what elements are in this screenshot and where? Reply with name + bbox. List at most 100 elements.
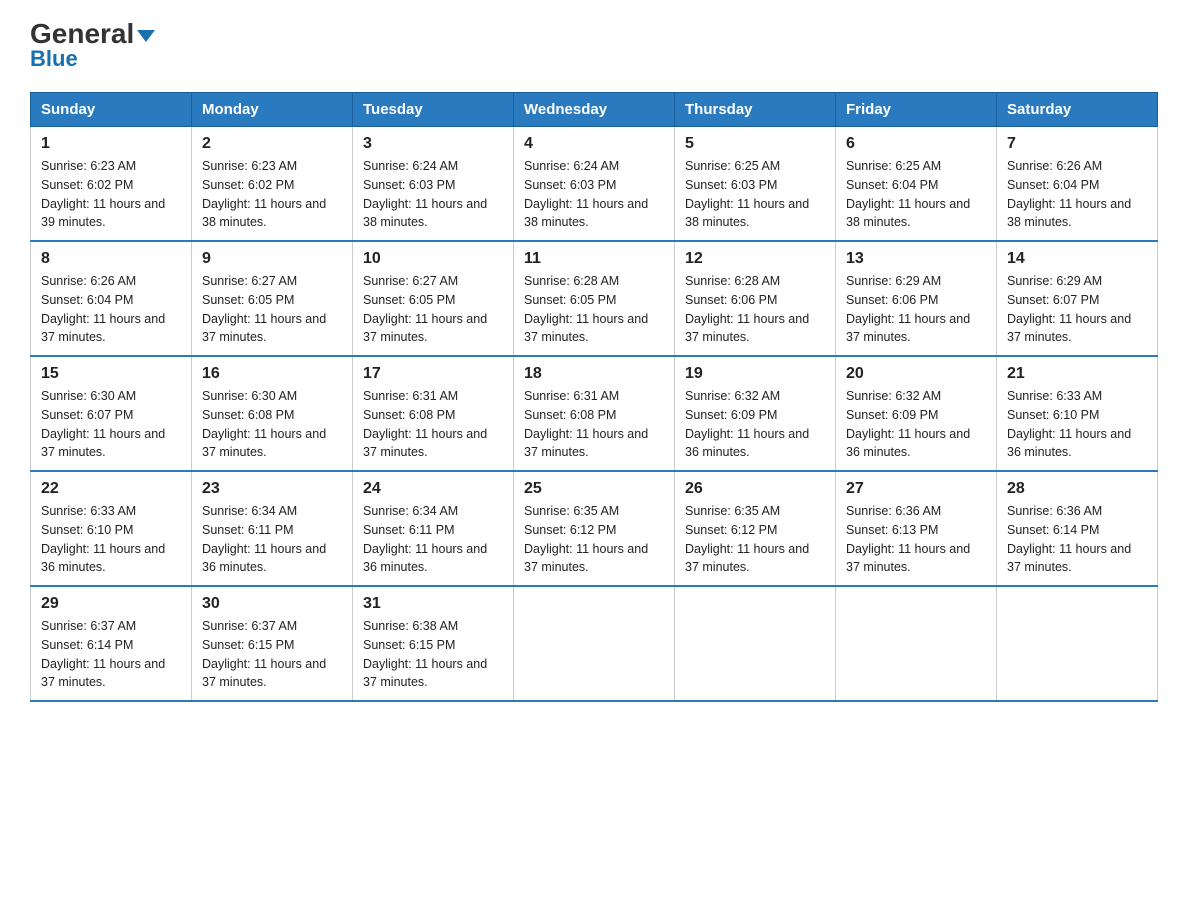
day-number: 12 [685,250,825,268]
day-number: 8 [41,250,181,268]
calendar-cell: 4 Sunrise: 6:24 AM Sunset: 6:03 PM Dayli… [514,127,675,242]
calendar-cell: 22 Sunrise: 6:33 AM Sunset: 6:10 PM Dayl… [31,471,192,586]
calendar-cell: 3 Sunrise: 6:24 AM Sunset: 6:03 PM Dayli… [353,127,514,242]
day-header-tuesday: Tuesday [353,93,514,127]
calendar-cell: 27 Sunrise: 6:36 AM Sunset: 6:13 PM Dayl… [836,471,997,586]
day-info: Sunrise: 6:36 AM Sunset: 6:13 PM Dayligh… [846,502,986,577]
calendar-cell: 15 Sunrise: 6:30 AM Sunset: 6:07 PM Dayl… [31,356,192,471]
calendar-cell: 23 Sunrise: 6:34 AM Sunset: 6:11 PM Dayl… [192,471,353,586]
day-info: Sunrise: 6:33 AM Sunset: 6:10 PM Dayligh… [1007,387,1147,462]
day-number: 14 [1007,250,1147,268]
day-info: Sunrise: 6:32 AM Sunset: 6:09 PM Dayligh… [685,387,825,462]
calendar-cell: 21 Sunrise: 6:33 AM Sunset: 6:10 PM Dayl… [997,356,1158,471]
calendar-week-5: 29 Sunrise: 6:37 AM Sunset: 6:14 PM Dayl… [31,586,1158,701]
day-header-monday: Monday [192,93,353,127]
calendar-cell: 25 Sunrise: 6:35 AM Sunset: 6:12 PM Dayl… [514,471,675,586]
day-info: Sunrise: 6:24 AM Sunset: 6:03 PM Dayligh… [363,157,503,232]
day-info: Sunrise: 6:28 AM Sunset: 6:06 PM Dayligh… [685,272,825,347]
calendar-cell: 24 Sunrise: 6:34 AM Sunset: 6:11 PM Dayl… [353,471,514,586]
day-number: 26 [685,480,825,498]
calendar-cell [997,586,1158,701]
day-number: 1 [41,135,181,153]
calendar-cell: 17 Sunrise: 6:31 AM Sunset: 6:08 PM Dayl… [353,356,514,471]
calendar-cell: 28 Sunrise: 6:36 AM Sunset: 6:14 PM Dayl… [997,471,1158,586]
day-number: 25 [524,480,664,498]
calendar-cell: 14 Sunrise: 6:29 AM Sunset: 6:07 PM Dayl… [997,241,1158,356]
calendar-week-1: 1 Sunrise: 6:23 AM Sunset: 6:02 PM Dayli… [31,127,1158,242]
day-number: 11 [524,250,664,268]
calendar-cell: 26 Sunrise: 6:35 AM Sunset: 6:12 PM Dayl… [675,471,836,586]
day-number: 28 [1007,480,1147,498]
calendar-cell: 29 Sunrise: 6:37 AM Sunset: 6:14 PM Dayl… [31,586,192,701]
day-info: Sunrise: 6:30 AM Sunset: 6:08 PM Dayligh… [202,387,342,462]
day-number: 31 [363,595,503,613]
day-number: 9 [202,250,342,268]
day-info: Sunrise: 6:23 AM Sunset: 6:02 PM Dayligh… [202,157,342,232]
calendar-cell: 8 Sunrise: 6:26 AM Sunset: 6:04 PM Dayli… [31,241,192,356]
day-info: Sunrise: 6:31 AM Sunset: 6:08 PM Dayligh… [363,387,503,462]
day-info: Sunrise: 6:24 AM Sunset: 6:03 PM Dayligh… [524,157,664,232]
day-info: Sunrise: 6:35 AM Sunset: 6:12 PM Dayligh… [685,502,825,577]
calendar-cell: 7 Sunrise: 6:26 AM Sunset: 6:04 PM Dayli… [997,127,1158,242]
day-number: 5 [685,135,825,153]
calendar-cell: 12 Sunrise: 6:28 AM Sunset: 6:06 PM Dayl… [675,241,836,356]
day-number: 29 [41,595,181,613]
day-info: Sunrise: 6:29 AM Sunset: 6:07 PM Dayligh… [1007,272,1147,347]
day-info: Sunrise: 6:26 AM Sunset: 6:04 PM Dayligh… [1007,157,1147,232]
day-header-thursday: Thursday [675,93,836,127]
calendar-cell [514,586,675,701]
calendar-cell: 2 Sunrise: 6:23 AM Sunset: 6:02 PM Dayli… [192,127,353,242]
day-number: 27 [846,480,986,498]
calendar-cell: 18 Sunrise: 6:31 AM Sunset: 6:08 PM Dayl… [514,356,675,471]
day-header-saturday: Saturday [997,93,1158,127]
calendar-cell: 11 Sunrise: 6:28 AM Sunset: 6:05 PM Dayl… [514,241,675,356]
day-number: 10 [363,250,503,268]
day-info: Sunrise: 6:36 AM Sunset: 6:14 PM Dayligh… [1007,502,1147,577]
calendar-cell: 1 Sunrise: 6:23 AM Sunset: 6:02 PM Dayli… [31,127,192,242]
day-info: Sunrise: 6:26 AM Sunset: 6:04 PM Dayligh… [41,272,181,347]
day-number: 6 [846,135,986,153]
day-info: Sunrise: 6:29 AM Sunset: 6:06 PM Dayligh… [846,272,986,347]
day-info: Sunrise: 6:28 AM Sunset: 6:05 PM Dayligh… [524,272,664,347]
day-number: 20 [846,365,986,383]
day-number: 19 [685,365,825,383]
calendar-week-4: 22 Sunrise: 6:33 AM Sunset: 6:10 PM Dayl… [31,471,1158,586]
day-number: 18 [524,365,664,383]
day-number: 3 [363,135,503,153]
calendar-cell: 31 Sunrise: 6:38 AM Sunset: 6:15 PM Dayl… [353,586,514,701]
day-number: 17 [363,365,503,383]
calendar-cell: 9 Sunrise: 6:27 AM Sunset: 6:05 PM Dayli… [192,241,353,356]
calendar-cell [675,586,836,701]
day-info: Sunrise: 6:34 AM Sunset: 6:11 PM Dayligh… [363,502,503,577]
day-number: 24 [363,480,503,498]
day-info: Sunrise: 6:33 AM Sunset: 6:10 PM Dayligh… [41,502,181,577]
calendar-cell: 19 Sunrise: 6:32 AM Sunset: 6:09 PM Dayl… [675,356,836,471]
day-info: Sunrise: 6:27 AM Sunset: 6:05 PM Dayligh… [202,272,342,347]
calendar-cell: 20 Sunrise: 6:32 AM Sunset: 6:09 PM Dayl… [836,356,997,471]
day-info: Sunrise: 6:25 AM Sunset: 6:04 PM Dayligh… [846,157,986,232]
calendar-cell: 30 Sunrise: 6:37 AM Sunset: 6:15 PM Dayl… [192,586,353,701]
day-info: Sunrise: 6:34 AM Sunset: 6:11 PM Dayligh… [202,502,342,577]
day-number: 13 [846,250,986,268]
day-header-wednesday: Wednesday [514,93,675,127]
calendar-cell: 6 Sunrise: 6:25 AM Sunset: 6:04 PM Dayli… [836,127,997,242]
day-info: Sunrise: 6:38 AM Sunset: 6:15 PM Dayligh… [363,617,503,692]
day-number: 15 [41,365,181,383]
day-number: 7 [1007,135,1147,153]
day-number: 2 [202,135,342,153]
calendar-week-2: 8 Sunrise: 6:26 AM Sunset: 6:04 PM Dayli… [31,241,1158,356]
logo: General Blue [30,20,155,72]
day-number: 21 [1007,365,1147,383]
logo-general: General [30,20,155,48]
page-header: General Blue [30,20,1158,72]
day-number: 16 [202,365,342,383]
day-info: Sunrise: 6:37 AM Sunset: 6:15 PM Dayligh… [202,617,342,692]
day-info: Sunrise: 6:31 AM Sunset: 6:08 PM Dayligh… [524,387,664,462]
day-header-sunday: Sunday [31,93,192,127]
calendar-cell: 10 Sunrise: 6:27 AM Sunset: 6:05 PM Dayl… [353,241,514,356]
day-info: Sunrise: 6:25 AM Sunset: 6:03 PM Dayligh… [685,157,825,232]
day-info: Sunrise: 6:27 AM Sunset: 6:05 PM Dayligh… [363,272,503,347]
day-info: Sunrise: 6:32 AM Sunset: 6:09 PM Dayligh… [846,387,986,462]
logo-blue: Blue [30,46,78,72]
calendar-cell: 13 Sunrise: 6:29 AM Sunset: 6:06 PM Dayl… [836,241,997,356]
